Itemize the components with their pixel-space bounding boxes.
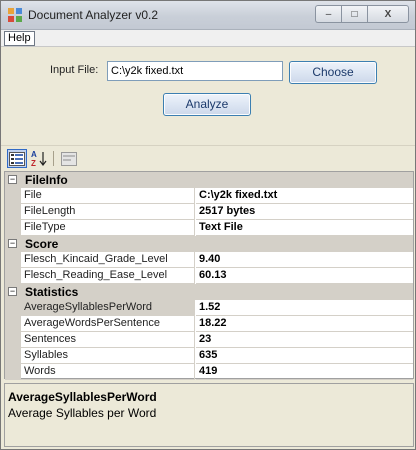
toolbar-separator <box>53 151 54 166</box>
minimize-button[interactable]: – <box>315 5 341 23</box>
row-gutter <box>5 300 21 316</box>
row-gutter <box>5 268 21 284</box>
category-label: Score <box>25 237 59 251</box>
input-file-field[interactable] <box>107 61 283 81</box>
property-value[interactable]: 23 <box>196 332 413 348</box>
minimize-icon: – <box>325 8 332 20</box>
menu-help[interactable]: Help <box>4 31 35 46</box>
property-value[interactable]: 18.22 <box>196 316 413 332</box>
property-row[interactable]: Syllables 635 <box>5 348 413 364</box>
category-label: Statistics <box>25 285 79 299</box>
category-fileinfo[interactable]: − FileInfo <box>5 172 413 188</box>
collapse-icon[interactable]: − <box>8 239 17 248</box>
collapse-icon[interactable]: − <box>8 175 17 184</box>
category-score[interactable]: − Score <box>5 236 413 252</box>
property-pages-icon <box>61 151 77 166</box>
close-button[interactable]: X <box>367 5 409 23</box>
collapse-icon[interactable]: − <box>8 287 17 296</box>
property-row[interactable]: AverageWordsPerSentence 18.22 <box>5 316 413 332</box>
property-value[interactable]: 9.40 <box>196 252 413 268</box>
app-window: Document Analyzer v0.2 – □ X Help Input … <box>0 0 416 450</box>
property-name[interactable]: AverageSyllablesPerWord <box>21 300 195 316</box>
analyze-button[interactable]: Analyze <box>163 93 251 116</box>
property-name[interactable]: FileType <box>21 220 195 236</box>
property-name[interactable]: Sentences <box>21 332 195 348</box>
maximize-icon: □ <box>351 8 358 20</box>
row-gutter <box>5 348 21 364</box>
property-name[interactable]: Words <box>21 364 195 380</box>
property-value[interactable]: 1.52 <box>196 300 413 316</box>
property-row[interactable]: File C:\y2k fixed.txt <box>5 188 413 204</box>
row-gutter <box>5 364 21 380</box>
property-name[interactable]: AverageWordsPerSentence <box>21 316 195 332</box>
property-value[interactable]: 635 <box>196 348 413 364</box>
category-label: FileInfo <box>25 173 68 187</box>
property-row[interactable]: Words 419 <box>5 364 413 380</box>
file-input-panel: Input File: Choose Analyze <box>1 47 415 145</box>
categorized-button[interactable] <box>7 149 27 168</box>
row-gutter <box>5 188 21 204</box>
property-row[interactable]: FileType Text File <box>5 220 413 236</box>
description-title: AverageSyllablesPerWord <box>8 390 157 404</box>
title-bar[interactable]: Document Analyzer v0.2 – □ X <box>1 1 415 30</box>
menu-bar: Help <box>1 30 415 47</box>
row-gutter <box>5 316 21 332</box>
svg-text:Z: Z <box>31 159 36 167</box>
row-gutter <box>5 220 21 236</box>
property-name[interactable]: Flesch_Kincaid_Grade_Level <box>21 252 195 268</box>
property-grid-toolbar: A Z <box>1 145 415 170</box>
property-row[interactable]: Sentences 23 <box>5 332 413 348</box>
description-pane: AverageSyllablesPerWord Average Syllable… <box>4 383 414 447</box>
alphabetical-button[interactable]: A Z <box>29 149 49 168</box>
app-icon <box>8 8 22 22</box>
property-row-selected[interactable]: AverageSyllablesPerWord 1.52 <box>5 300 413 316</box>
svg-text:A: A <box>31 150 37 159</box>
property-row[interactable]: FileLength 2517 bytes <box>5 204 413 220</box>
categorized-view-icon <box>9 151 25 166</box>
category-statistics[interactable]: − Statistics <box>5 284 413 300</box>
window-title: Document Analyzer v0.2 <box>28 8 159 22</box>
property-grid[interactable]: − FileInfo File C:\y2k fixed.txt FileLen… <box>4 171 414 380</box>
row-gutter <box>5 332 21 348</box>
property-name[interactable]: Syllables <box>21 348 195 364</box>
property-name[interactable]: Flesch_Reading_Ease_Level <box>21 268 195 284</box>
row-gutter <box>5 204 21 220</box>
input-file-label: Input File: <box>50 64 99 76</box>
property-row[interactable]: Flesch_Reading_Ease_Level 60.13 <box>5 268 413 284</box>
property-name[interactable]: FileLength <box>21 204 195 220</box>
property-value[interactable]: 419 <box>196 364 413 380</box>
alphabetical-sort-icon: A Z <box>31 150 47 167</box>
property-row[interactable]: Flesch_Kincaid_Grade_Level 9.40 <box>5 252 413 268</box>
property-pages-button[interactable] <box>59 149 79 168</box>
choose-button[interactable]: Choose <box>289 61 377 84</box>
property-value[interactable]: C:\y2k fixed.txt <box>196 188 413 204</box>
property-value[interactable]: 2517 bytes <box>196 204 413 220</box>
property-value[interactable]: 60.13 <box>196 268 413 284</box>
close-icon: X <box>384 8 392 20</box>
window-controls: – □ X <box>315 5 409 23</box>
property-value[interactable]: Text File <box>196 220 413 236</box>
maximize-button[interactable]: □ <box>341 5 367 23</box>
row-gutter <box>5 252 21 268</box>
property-name[interactable]: File <box>21 188 195 204</box>
description-text: Average Syllables per Word <box>8 406 157 420</box>
